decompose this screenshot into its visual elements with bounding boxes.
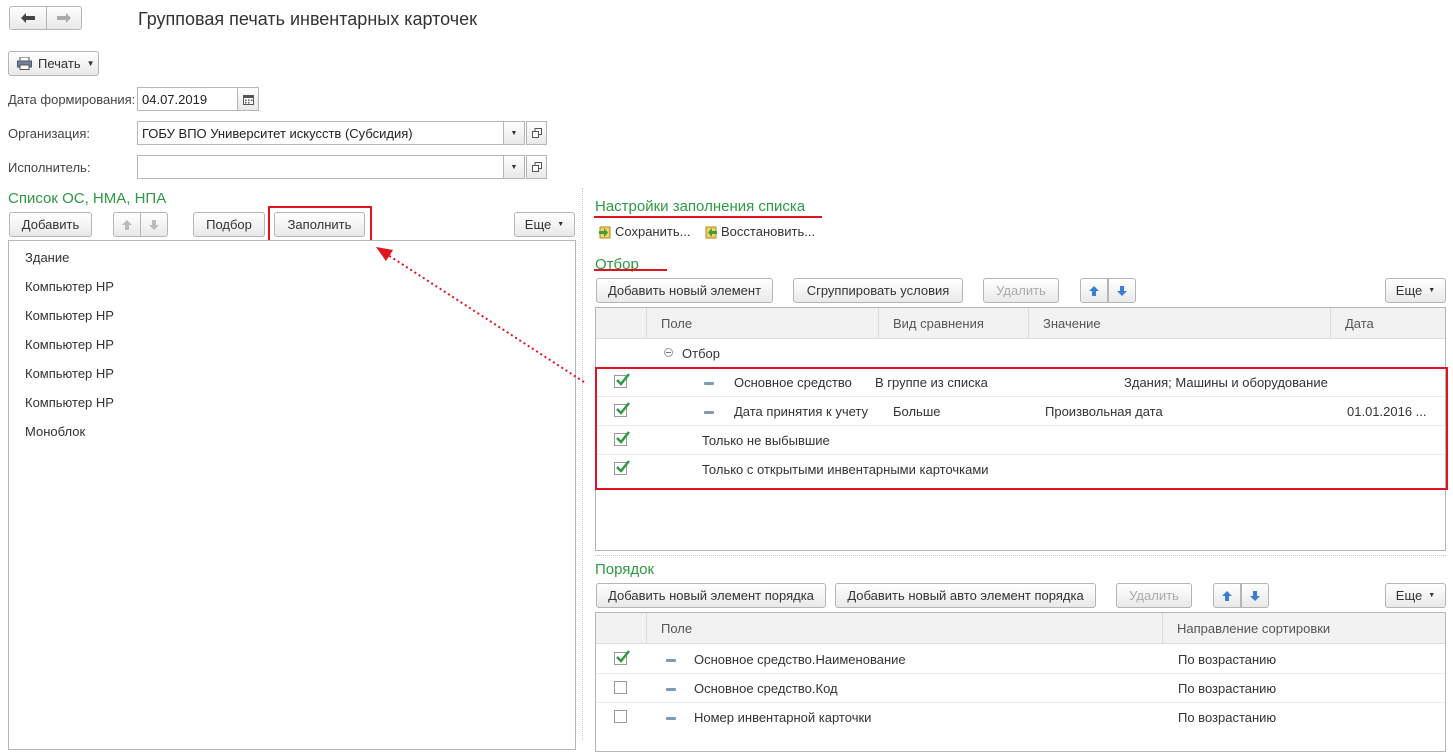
order-row-checkbox[interactable] — [614, 681, 627, 694]
order-row-direction[interactable]: По возрастанию — [1178, 710, 1276, 725]
order-row-field[interactable]: Основное средство.Код — [694, 681, 838, 696]
order-table-header: Поле Направление сортировки — [596, 613, 1445, 644]
column-checkbox — [596, 613, 647, 643]
filter-more-button[interactable]: Еще ▼ — [1385, 278, 1446, 303]
filter-rows-highlight — [595, 367, 1448, 490]
order-title: Порядок — [595, 561, 655, 578]
check-icon — [616, 650, 630, 663]
order-row-direction[interactable]: По возрастанию — [1178, 652, 1276, 667]
order-add-auto-button[interactable]: Добавить новый авто элемент порядка — [835, 583, 1096, 608]
more-label: Еще — [1395, 283, 1423, 298]
filter-group-button[interactable]: Сгруппировать условия — [793, 278, 963, 303]
order-row-field[interactable]: Номер инвентарной карточки — [694, 710, 871, 725]
filter-group-label[interactable]: Отбор — [682, 346, 720, 361]
settings-title: Настройки заполнения списка — [595, 198, 806, 215]
column-direction[interactable]: Направление сортировки — [1163, 613, 1445, 643]
column-value[interactable]: Значение — [1029, 308, 1331, 338]
arrow-up-icon — [1222, 590, 1232, 601]
section-splitter[interactable] — [595, 555, 1446, 556]
restore-settings-label: Восстановить... — [721, 224, 816, 239]
arrow-down-icon — [1117, 285, 1127, 296]
field-icon — [666, 659, 676, 662]
collapse-group-icon[interactable] — [664, 348, 673, 357]
filter-move-down-button[interactable] — [1108, 278, 1136, 303]
filter-delete-button[interactable]: Удалить — [983, 278, 1059, 303]
more-label: Еще — [1395, 588, 1423, 603]
save-settings-button[interactable]: Сохранить... — [598, 224, 690, 239]
restore-settings-button[interactable]: Восстановить... — [704, 224, 815, 239]
save-settings-icon — [599, 226, 611, 238]
filter-table-header: Поле Вид сравнения Значение Дата — [596, 308, 1445, 339]
column-date[interactable]: Дата — [1331, 308, 1445, 338]
column-checkbox — [596, 308, 647, 338]
column-comparison[interactable]: Вид сравнения — [879, 308, 1029, 338]
field-icon — [666, 688, 676, 691]
column-field[interactable]: Поле — [647, 613, 1163, 643]
filter-move-up-button[interactable] — [1080, 278, 1108, 303]
filter-title-underline — [594, 269, 667, 271]
settings-title-underline — [594, 216, 822, 218]
order-row-checkbox[interactable] — [614, 710, 627, 723]
order-move-down-button[interactable] — [1241, 583, 1269, 608]
order-row-direction[interactable]: По возрастанию — [1178, 681, 1276, 696]
arrow-up-icon — [1089, 285, 1099, 296]
restore-settings-icon — [705, 226, 717, 238]
order-row-field[interactable]: Основное средство.Наименование — [694, 652, 906, 667]
order-move-up-button[interactable] — [1213, 583, 1241, 608]
filter-add-button[interactable]: Добавить новый элемент — [596, 278, 773, 303]
dropdown-arrow-icon: ▼ — [1428, 592, 1436, 599]
dropdown-arrow-icon: ▼ — [1428, 287, 1436, 294]
order-add-button[interactable]: Добавить новый элемент порядка — [596, 583, 826, 608]
order-row-checkbox[interactable] — [614, 650, 630, 665]
save-settings-label: Сохранить... — [615, 224, 691, 239]
arrow-down-icon — [1250, 590, 1260, 601]
order-table[interactable]: Поле Направление сортировки Основное сре… — [595, 612, 1446, 752]
order-delete-button[interactable]: Удалить — [1116, 583, 1192, 608]
column-field[interactable]: Поле — [647, 308, 879, 338]
field-icon — [666, 717, 676, 720]
order-more-button[interactable]: Еще ▼ — [1385, 583, 1446, 608]
